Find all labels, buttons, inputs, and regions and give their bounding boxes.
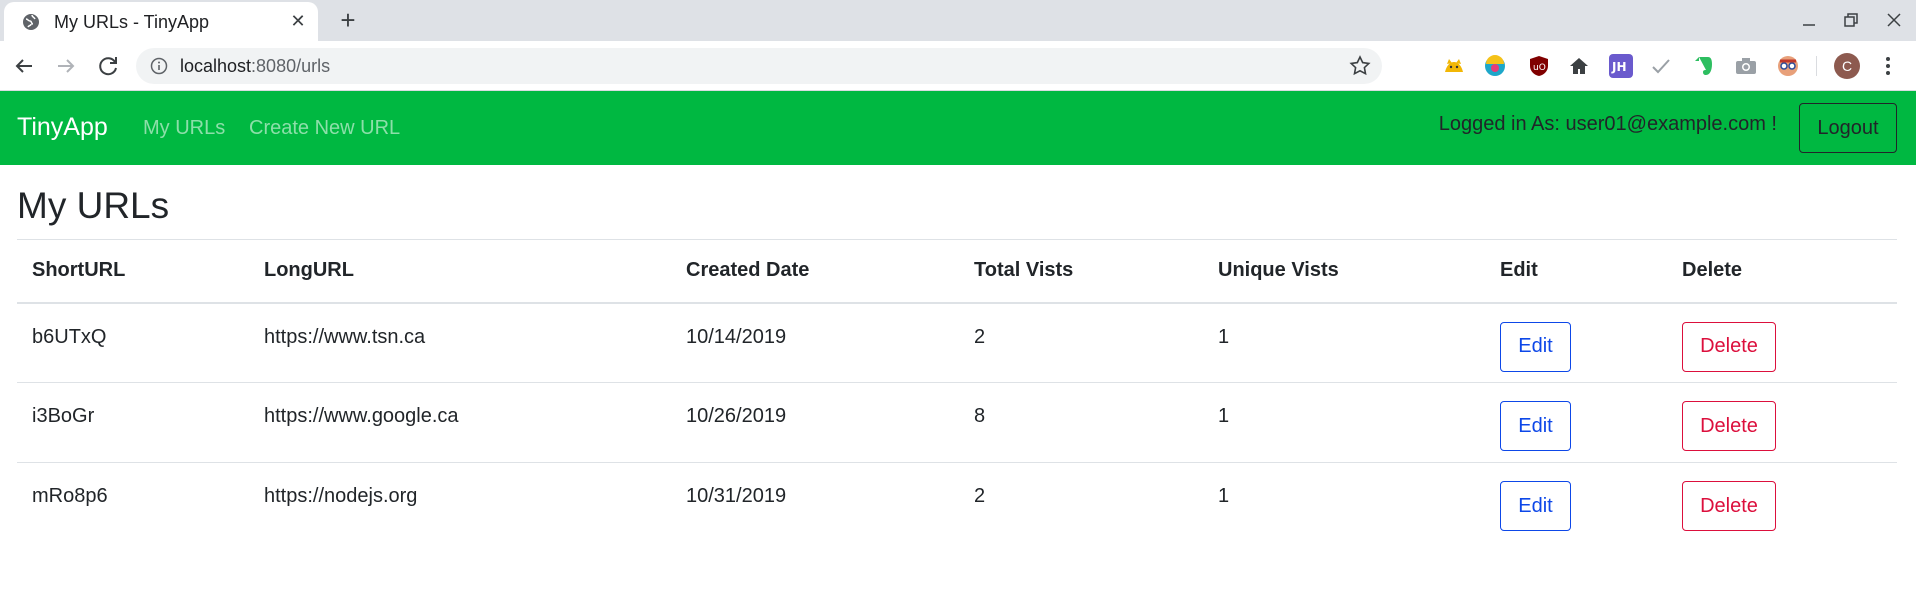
info-icon[interactable] [150,57,168,75]
camera-icon[interactable] [1734,54,1758,78]
cell-delete: Delete [1667,462,1897,543]
cell-total-visits: 8 [959,382,1203,463]
logged-in-status: Logged in As: user01@example.com ! [1438,113,1777,135]
table-row: i3BoGr https://www.google.ca 10/26/2019 … [17,382,1897,463]
column-header-longurl: LongURL [249,239,671,304]
cell-delete: Delete [1667,382,1897,463]
url-text[interactable]: localhost:8080/urls [180,56,330,77]
edit-button[interactable]: Edit [1500,481,1571,531]
colorful-extension-icon[interactable] [1483,54,1507,78]
browser-tab-strip: My URLs - TinyApp ✕ + [0,0,1916,41]
checkmark-icon[interactable] [1649,54,1673,78]
logout-button[interactable]: Logout [1799,103,1897,153]
new-tab-button[interactable]: + [334,6,362,34]
app-navbar: TinyApp My URLs Create New URL Logged in… [0,91,1916,165]
browser-tab[interactable]: My URLs - TinyApp ✕ [4,2,318,41]
close-window-icon[interactable] [1880,6,1908,34]
cell-unique-visits: 1 [1203,462,1485,543]
jh-extension-icon[interactable]: JH [1609,54,1633,78]
table-body: b6UTxQ https://www.tsn.ca 10/14/2019 2 1… [17,303,1897,543]
column-header-edit: Edit [1485,239,1667,304]
cell-short-url: b6UTxQ [32,325,107,348]
cell-total-visits: 2 [959,462,1203,543]
browser-toolbar: localhost:8080/urls uO JH C [0,41,1916,91]
evernote-icon[interactable] [1692,54,1716,78]
cell-delete: Delete [1667,303,1897,383]
edit-button[interactable]: Edit [1500,401,1571,451]
delete-button[interactable]: Delete [1682,481,1776,531]
urls-table-container: ShortURL LongURL Created Date Total Vist… [17,239,1897,543]
cell-unique-visits: 1 [1218,325,1230,348]
forward-icon[interactable] [50,50,82,82]
toolbar-separator [1816,56,1817,76]
svg-text:uO: uO [1533,63,1546,73]
close-tab-icon[interactable]: ✕ [286,9,310,33]
back-icon[interactable] [8,50,40,82]
cell-created-date: 10/26/2019 [671,382,959,463]
address-bar[interactable]: localhost:8080/urls [136,48,1382,84]
column-header-created-date: Created Date [671,239,959,304]
column-header-delete: Delete [1667,239,1897,304]
column-header-total-visits: Total Vists [959,239,1203,304]
cell-short-url: i3BoGr [17,382,249,463]
reload-icon[interactable] [92,50,124,82]
restore-icon[interactable] [1837,6,1865,34]
cell-created-date: 10/14/2019 [686,325,787,348]
delete-button[interactable]: Delete [1682,401,1776,451]
delete-button[interactable]: Delete [1682,321,1776,372]
bookmark-star-icon[interactable] [1348,54,1372,78]
profile-avatar[interactable]: C [1834,53,1860,79]
column-header-shorturl: ShortURL [17,239,249,304]
brand-link[interactable]: TinyApp [17,113,108,142]
tab-title: My URLs - TinyApp [54,12,210,32]
cell-edit: Edit [1485,382,1667,463]
home-icon[interactable] [1567,54,1591,78]
column-header-unique-visits: Unique Vists [1203,239,1485,304]
table-header: ShortURL LongURL Created Date Total Vist… [17,239,1897,304]
url-host: localhost [180,56,252,76]
cell-long-url: https://www.tsn.ca [264,325,426,348]
cell-total-visits: 2 [974,325,986,348]
nav-link-create-new-url[interactable]: Create New URL [249,117,400,140]
cell-short-url: mRo8p6 [17,462,249,543]
urls-table: ShortURL LongURL Created Date Total Vist… [17,239,1897,543]
cell-edit: Edit [1485,303,1667,383]
table-header-row: ShortURL LongURL Created Date Total Vist… [17,239,1897,304]
nav-link-my-urls[interactable]: My URLs [143,117,225,140]
table-row: mRo8p6 https://nodejs.org 10/31/2019 2 1… [17,462,1897,543]
globe-icon [22,13,40,31]
cell-edit: Edit [1485,462,1667,543]
spy-glasses-extension-icon[interactable] [1776,54,1800,78]
minimize-icon[interactable] [1795,6,1823,34]
url-path: :8080/urls [251,56,331,76]
tampermonkey-cat-extension-icon[interactable] [1442,54,1466,78]
kebab-menu-icon[interactable] [1876,54,1900,78]
svg-text:JH: JH [1611,60,1627,74]
table-row: b6UTxQ https://www.tsn.ca 10/14/2019 2 1… [17,303,1897,383]
edit-button[interactable]: Edit [1500,321,1571,372]
cell-unique-visits: 1 [1203,382,1485,463]
cell-created-date: 10/31/2019 [671,462,959,543]
cell-long-url: https://nodejs.org [249,462,671,543]
ublock-origin-icon[interactable]: uO [1527,54,1551,78]
page-title: My URLs [17,185,170,226]
cell-long-url: https://www.google.ca [249,382,671,463]
